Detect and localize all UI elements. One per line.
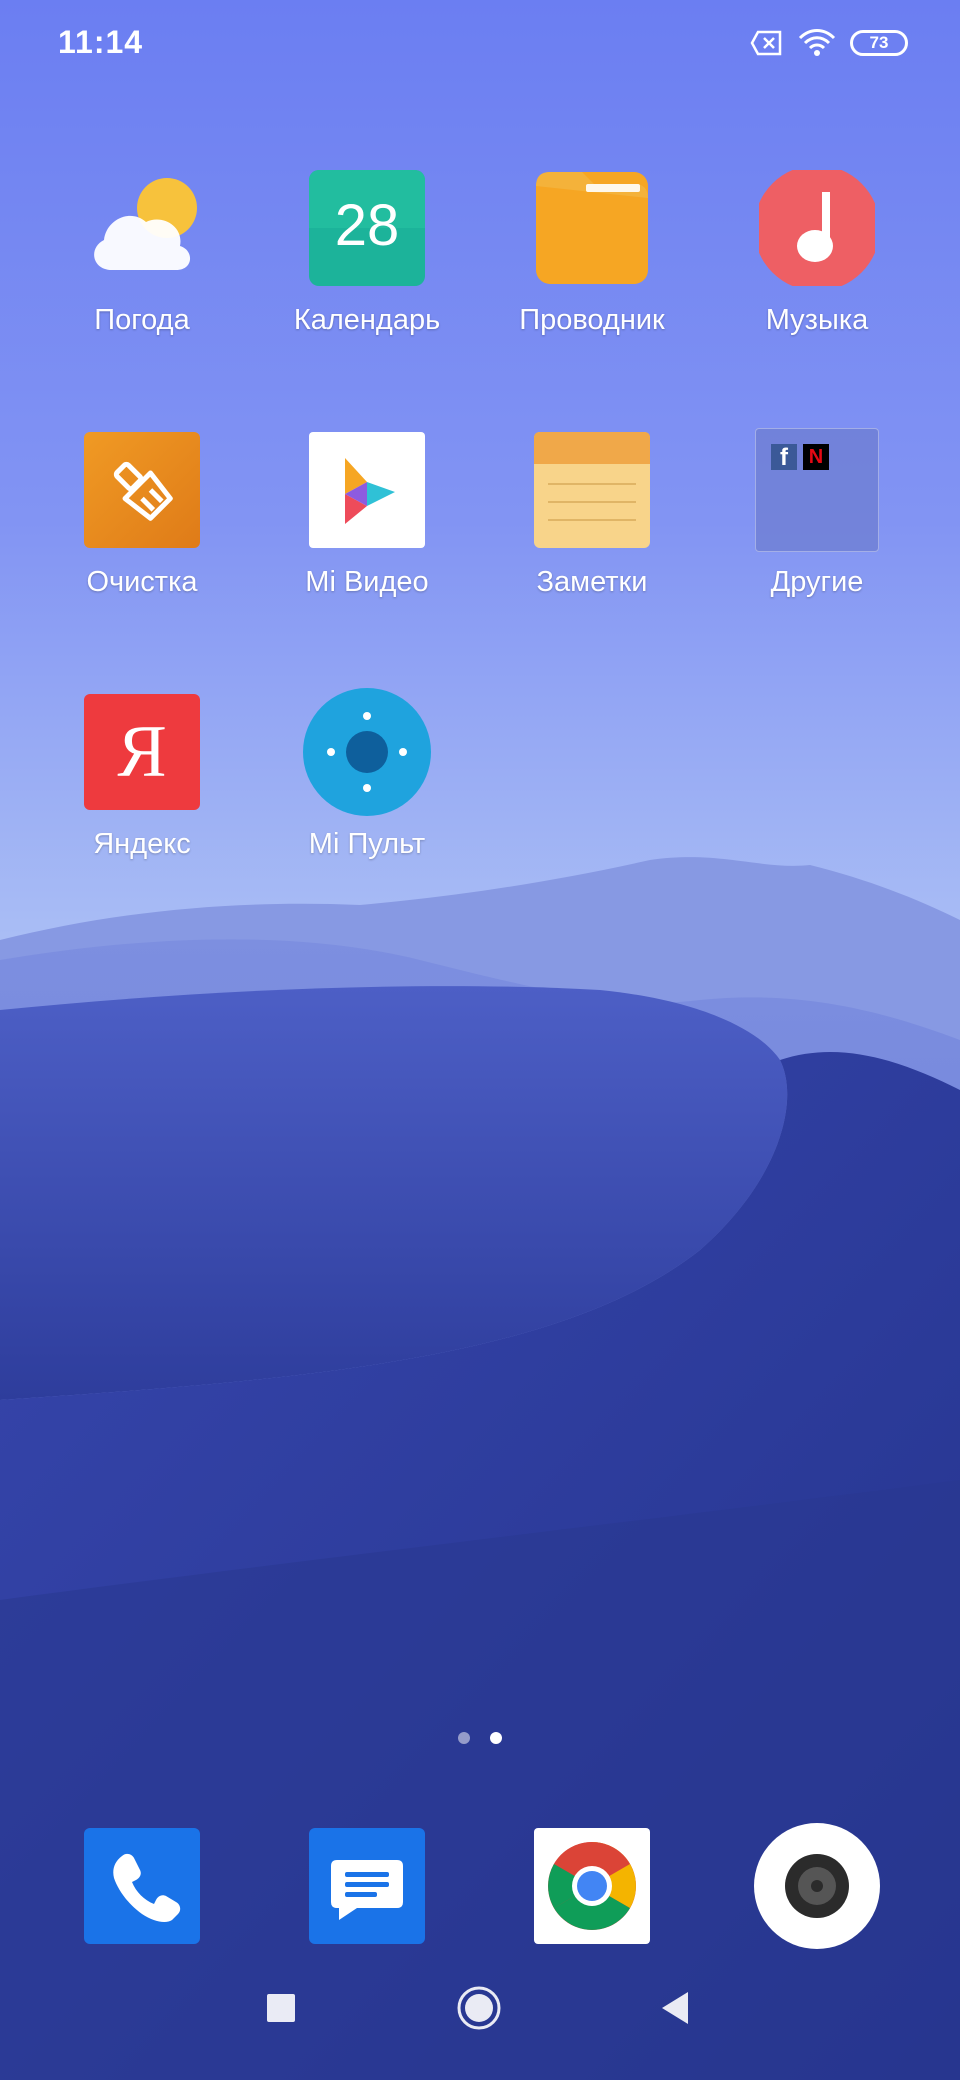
app-label: Заметки bbox=[536, 566, 648, 598]
app-music[interactable]: Музыка bbox=[704, 170, 930, 370]
video-play-icon bbox=[309, 432, 425, 548]
app-label: Погода bbox=[94, 304, 190, 336]
app-yandex[interactable]: Я Яндекс bbox=[29, 694, 255, 894]
music-icon bbox=[759, 170, 875, 286]
status-bar: 11:14 73 bbox=[0, 0, 960, 90]
page-dot-1[interactable] bbox=[458, 1732, 470, 1744]
app-weather[interactable]: Погода bbox=[29, 170, 255, 370]
app-label: Очистка bbox=[86, 566, 198, 598]
calendar-icon: 28 bbox=[309, 170, 425, 286]
app-mi-remote[interactable]: Mi Пульт bbox=[254, 688, 480, 894]
cleaner-icon bbox=[84, 432, 200, 548]
yandex-icon: Я bbox=[84, 694, 200, 810]
home-button[interactable] bbox=[456, 1985, 502, 2031]
app-label: Другие bbox=[770, 566, 864, 598]
wifi-icon bbox=[798, 29, 836, 56]
app-file-manager[interactable]: Проводник bbox=[479, 170, 705, 370]
remote-icon bbox=[303, 688, 431, 816]
status-time: 11:14 bbox=[58, 24, 144, 60]
page-dot-2[interactable] bbox=[490, 1732, 502, 1744]
battery-icon: 73 bbox=[850, 30, 908, 56]
chrome-icon bbox=[534, 1828, 650, 1944]
sim-missing-icon bbox=[750, 30, 782, 56]
nav-bar bbox=[0, 1980, 960, 2060]
app-label: Яндекс bbox=[93, 828, 191, 860]
app-label: Mi Видео bbox=[305, 566, 429, 598]
app-mi-video[interactable]: Mi Видео bbox=[254, 432, 480, 632]
folder-icon bbox=[536, 172, 648, 284]
notes-icon bbox=[534, 432, 650, 548]
folder-group-icon: f N bbox=[755, 428, 879, 552]
app-calendar[interactable]: 28 Календарь bbox=[254, 170, 480, 370]
app-label: Музыка bbox=[765, 304, 869, 336]
app-folder-other[interactable]: f N Другие bbox=[704, 428, 930, 632]
app-label: Проводник bbox=[519, 304, 665, 336]
app-label: Календарь bbox=[293, 304, 441, 336]
camera-icon bbox=[754, 1823, 880, 1949]
messages-icon bbox=[309, 1828, 425, 1944]
app-cleaner[interactable]: Очистка bbox=[29, 432, 255, 632]
battery-level: 73 bbox=[869, 33, 889, 52]
page-indicator bbox=[0, 1732, 960, 1744]
back-button[interactable] bbox=[660, 1990, 690, 2026]
netflix-icon: N bbox=[803, 444, 829, 470]
app-notes[interactable]: Заметки bbox=[479, 432, 705, 632]
app-label: Mi Пульт bbox=[308, 828, 426, 860]
phone-icon bbox=[84, 1828, 200, 1944]
weather-icon bbox=[94, 178, 197, 270]
status-icons: 73 bbox=[750, 26, 908, 60]
calendar-day: 28 bbox=[334, 193, 400, 258]
facebook-icon: f bbox=[771, 444, 797, 471]
recents-button[interactable] bbox=[266, 1993, 296, 2023]
